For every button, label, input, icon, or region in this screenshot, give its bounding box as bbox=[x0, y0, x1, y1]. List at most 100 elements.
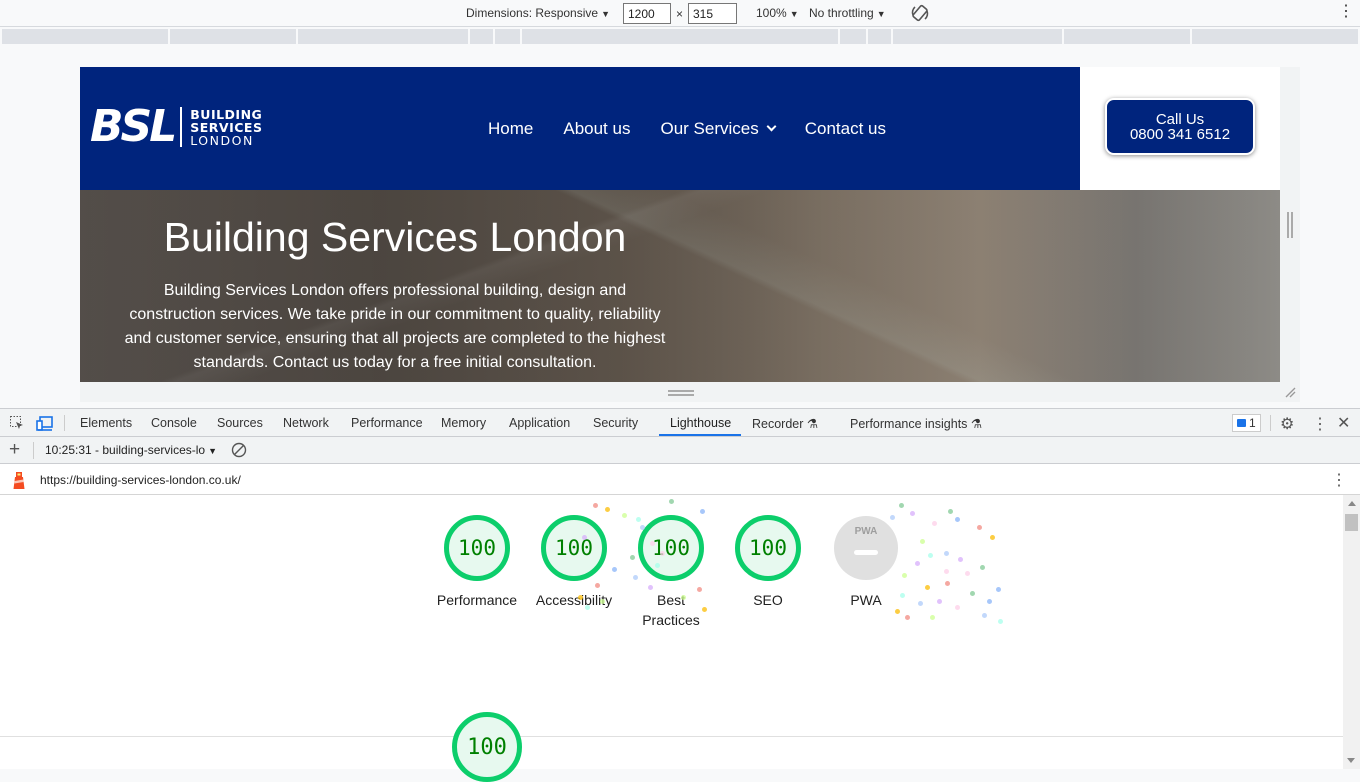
throttling-label: No throttling bbox=[809, 6, 874, 20]
throttling-dropdown[interactable]: No throttling ▼ bbox=[809, 6, 886, 20]
dimensions-dropdown[interactable]: Dimensions: Responsive ▼ bbox=[466, 6, 610, 20]
confetti-dot bbox=[944, 551, 949, 556]
confetti-dot bbox=[585, 605, 590, 610]
call-us-button[interactable]: Call Us 0800 341 6512 bbox=[1105, 98, 1255, 155]
lighthouse-report: 100 Performance 100 Accessibility 100 Be… bbox=[0, 495, 1343, 782]
caret-down-icon: ▼ bbox=[601, 9, 610, 19]
confetti-dot bbox=[600, 599, 605, 604]
nav-home[interactable]: Home bbox=[488, 119, 533, 139]
report-url[interactable]: https://building-services-london.co.uk/ bbox=[40, 473, 241, 487]
confetti-dot bbox=[918, 601, 923, 606]
score-gauge-performance[interactable]: 100 bbox=[444, 515, 510, 581]
confetti-dot bbox=[636, 517, 641, 522]
plus-icon[interactable]: + bbox=[9, 439, 20, 461]
big-score-gauge[interactable]: 100 bbox=[452, 712, 522, 782]
confetti-dot bbox=[582, 535, 587, 540]
tab-elements[interactable]: Elements bbox=[80, 416, 132, 430]
confetti-dot bbox=[990, 535, 995, 540]
tab-performance[interactable]: Performance bbox=[351, 416, 423, 430]
tab-security[interactable]: Security bbox=[593, 416, 638, 430]
vertical-grip-icon[interactable] bbox=[1287, 212, 1293, 238]
nav-about-us[interactable]: About us bbox=[563, 119, 630, 139]
tab-performance-insights-label: Performance insights bbox=[850, 417, 968, 431]
issues-counter[interactable]: 1 bbox=[1232, 414, 1261, 432]
media-query-bar[interactable] bbox=[2, 29, 1358, 44]
site-header: BSL BUILDING SERVICES LONDON Home About … bbox=[80, 67, 1080, 190]
devtools-tabbar: Elements Console Sources Network Perform… bbox=[0, 409, 1360, 437]
scroll-down-icon[interactable] bbox=[1347, 758, 1355, 763]
report-scrollbar[interactable] bbox=[1343, 495, 1360, 769]
confetti-dot bbox=[890, 515, 895, 520]
pwa-badge-icon: PWA bbox=[854, 526, 878, 537]
device-toolbar: Dimensions: Responsive▼ × 100%▼ No throt… bbox=[0, 0, 1360, 27]
confetti-dot bbox=[669, 499, 674, 504]
confetti-dot bbox=[648, 585, 653, 590]
device-toolbar-toggle-icon[interactable] bbox=[36, 415, 54, 434]
confetti-dot bbox=[630, 555, 635, 560]
confetti-dot bbox=[915, 561, 920, 566]
score-gauge-best-practices[interactable]: 100 bbox=[638, 515, 704, 581]
confetti-dot bbox=[595, 583, 600, 588]
logo-wordmark: BUILDING SERVICES LONDON bbox=[190, 108, 262, 147]
report-menu-icon[interactable]: ⋮ bbox=[1331, 470, 1347, 490]
confetti-dot bbox=[681, 595, 686, 600]
confetti-dot bbox=[958, 557, 963, 562]
scrollbar-thumb[interactable] bbox=[1345, 514, 1358, 531]
devtools-panel: Elements Console Sources Network Perform… bbox=[0, 408, 1360, 782]
corner-resize-icon[interactable] bbox=[1284, 386, 1296, 398]
chevron-down-icon bbox=[766, 121, 777, 132]
section-divider bbox=[0, 736, 1343, 737]
times-symbol: × bbox=[676, 7, 684, 21]
call-us-label: Call Us bbox=[1155, 111, 1205, 128]
tab-performance-insights[interactable]: Performance insights ⚗ bbox=[850, 416, 982, 431]
width-input[interactable] bbox=[623, 3, 671, 24]
tab-recorder[interactable]: Recorder ⚗ bbox=[752, 416, 818, 431]
nav-our-services-label: Our Services bbox=[660, 119, 759, 138]
inspect-element-icon[interactable] bbox=[9, 415, 25, 434]
settings-gear-icon[interactable]: ⚙ bbox=[1280, 414, 1294, 434]
rotate-icon[interactable] bbox=[910, 3, 930, 26]
confetti-dot bbox=[937, 599, 942, 604]
hero-section: Building Services London Building Servic… bbox=[80, 190, 1280, 382]
nav-contact-us[interactable]: Contact us bbox=[805, 119, 886, 139]
confetti-dot bbox=[948, 509, 953, 514]
scroll-up-icon[interactable] bbox=[1348, 501, 1356, 506]
message-icon bbox=[1237, 419, 1246, 427]
horizontal-grip-icon[interactable] bbox=[668, 390, 694, 396]
more-options-icon[interactable]: ⋮ bbox=[1338, 4, 1354, 20]
close-icon[interactable]: ✕ bbox=[1337, 413, 1350, 433]
logo-line-1: BUILDING bbox=[190, 106, 263, 122]
confetti-dot bbox=[905, 615, 910, 620]
dimensions-label: Dimensions: Responsive bbox=[466, 6, 599, 20]
more-options-icon[interactable]: ⋮ bbox=[1312, 414, 1328, 434]
confetti-dot bbox=[660, 551, 665, 556]
confetti-dot bbox=[982, 613, 987, 618]
height-input[interactable] bbox=[688, 3, 737, 24]
logo-line-3: LONDON bbox=[190, 132, 254, 148]
confetti-dot bbox=[633, 575, 638, 580]
caret-down-icon: ▼ bbox=[876, 9, 886, 19]
score-gauge-accessibility[interactable]: 100 bbox=[541, 515, 607, 581]
report-url-bar: https://building-services-london.co.uk/ … bbox=[0, 464, 1360, 495]
confetti-dot bbox=[955, 517, 960, 522]
logo-mark: BSL bbox=[90, 101, 177, 152]
site-logo[interactable]: BSL BUILDING SERVICES LONDON bbox=[90, 101, 262, 152]
tab-application[interactable]: Application bbox=[509, 416, 570, 430]
clear-icon[interactable] bbox=[231, 442, 247, 461]
confetti-dot bbox=[655, 563, 660, 568]
tab-memory[interactable]: Memory bbox=[441, 416, 486, 430]
tab-sources[interactable]: Sources bbox=[217, 416, 263, 430]
tab-console[interactable]: Console bbox=[151, 416, 197, 430]
score-gauge-seo[interactable]: 100 bbox=[735, 515, 801, 581]
nav-our-services[interactable]: Our Services bbox=[660, 119, 777, 139]
confetti-dot bbox=[932, 521, 937, 526]
score-gauge-pwa[interactable]: PWA bbox=[834, 516, 898, 580]
zoom-dropdown[interactable]: 100% ▼ bbox=[756, 6, 799, 20]
tab-network[interactable]: Network bbox=[283, 416, 329, 430]
report-selector[interactable]: 10:25:31 - building-services-lo ▼ bbox=[45, 443, 217, 457]
flask-icon: ⚗ bbox=[806, 417, 819, 431]
confetti-dot bbox=[970, 591, 975, 596]
label-line: Practices bbox=[642, 612, 700, 628]
tab-lighthouse[interactable]: Lighthouse bbox=[670, 416, 731, 430]
logo-divider bbox=[180, 107, 183, 147]
